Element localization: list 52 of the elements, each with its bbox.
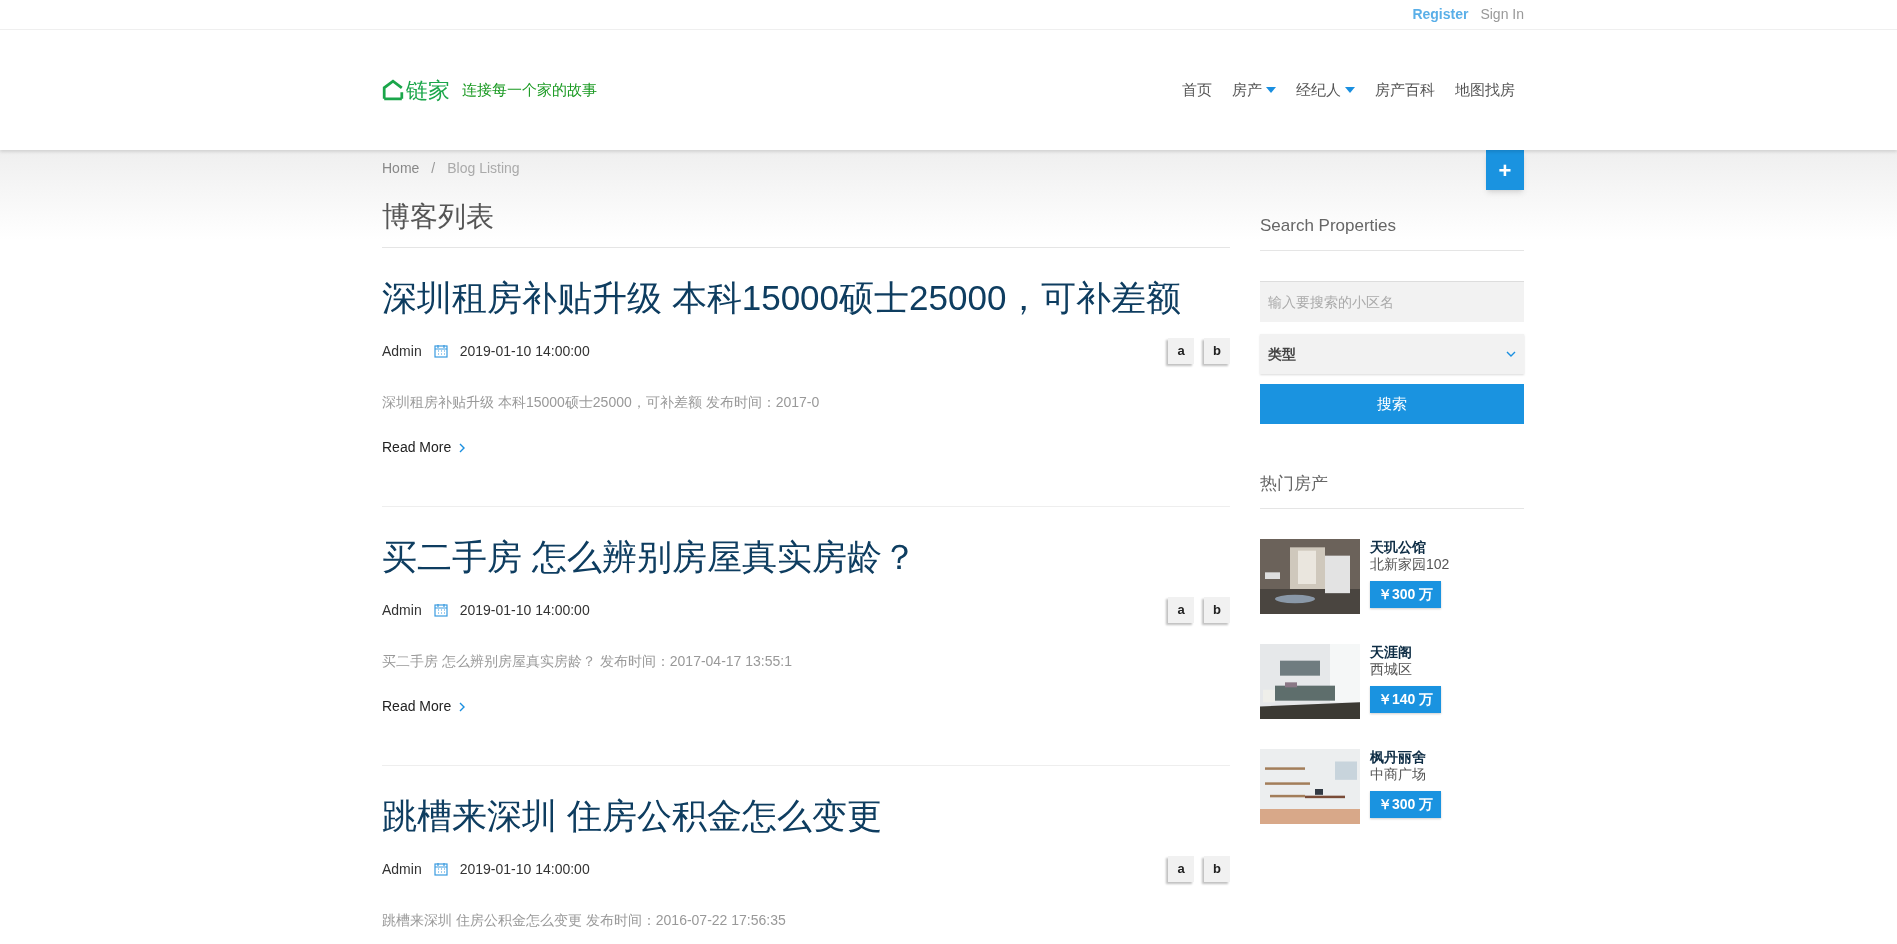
chevron-down-icon	[1506, 351, 1516, 357]
post-action-button[interactable]: b	[1204, 338, 1230, 364]
property-name[interactable]: 枫丹丽舍	[1370, 749, 1442, 766]
chevron-right-icon	[459, 442, 466, 453]
post-title[interactable]: 买二手房 怎么辨别房屋真实房龄？	[382, 533, 917, 581]
sidebar-heading: Search Properties	[1260, 215, 1398, 238]
breadcrumb-current: Blog Listing	[447, 159, 520, 178]
property-location: 北新家园102	[1370, 556, 1450, 573]
nav-link[interactable]: 首页	[1182, 78, 1212, 102]
post-date: 2019-01-10 14:00:00	[459, 341, 590, 361]
logo-text: 链家	[406, 76, 450, 105]
caret-icon	[1345, 87, 1355, 93]
type-select[interactable]: 类型	[1260, 334, 1524, 374]
calendar-icon	[433, 603, 448, 617]
post-excerpt: 深圳租房补贴升级 本科15000硕士25000，可补差额 发布时间：2017-0	[382, 393, 821, 412]
house-logo-icon	[382, 79, 404, 101]
price-tag: ￥300 万	[1370, 581, 1442, 608]
nav-link[interactable]: 经纪人	[1296, 78, 1355, 102]
breadcrumb-separator: /	[431, 159, 436, 178]
post-author: Admin	[382, 859, 422, 879]
sidebar-heading: 热门房产	[1260, 473, 1329, 496]
caret-icon	[1266, 87, 1276, 93]
post-action-button[interactable]: a	[1168, 597, 1194, 623]
post-date: 2019-01-10 14:00:00	[459, 600, 590, 620]
post-title[interactable]: 跳槽来深圳 住房公积金怎么变更	[382, 792, 882, 840]
post-action-button[interactable]: a	[1168, 856, 1194, 882]
post-action-button[interactable]: b	[1204, 597, 1230, 623]
calendar-icon	[433, 862, 448, 876]
property-location: 中商广场	[1370, 766, 1427, 783]
page-title: 博客列表	[382, 200, 495, 234]
post-excerpt: 买二手房 怎么辨别房屋真实房龄？ 发布时间：2017-04-17 13:55:1	[382, 652, 793, 671]
post-date: 2019-01-10 14:00:00	[459, 859, 590, 879]
read-more-link[interactable]: Read More	[382, 437, 466, 458]
read-more-link[interactable]: Read More	[382, 696, 466, 717]
chevron-right-icon	[459, 701, 466, 712]
post-author: Admin	[382, 600, 422, 620]
post-title[interactable]: 深圳租房补贴升级 本科15000硕士25000，可补差额	[382, 274, 1182, 322]
property-name[interactable]: 天玑公馆	[1370, 539, 1450, 556]
property-name[interactable]: 天涯阁	[1370, 644, 1442, 661]
calendar-icon	[433, 344, 448, 358]
nav-link[interactable]: 房产百科	[1375, 78, 1435, 102]
post-action-button[interactable]: a	[1168, 338, 1194, 364]
nav-link[interactable]: 地图找房	[1455, 78, 1515, 102]
slogan: 连接每一个家的故事	[462, 79, 597, 100]
property-location: 西城区	[1370, 661, 1413, 678]
post-excerpt: 跳槽来深圳 住房公积金怎么变更 发布时间：2016-07-22 17:56:35	[382, 911, 787, 930]
nav-link[interactable]: 房产	[1232, 78, 1276, 102]
post-author: Admin	[382, 341, 422, 361]
price-tag: ￥300 万	[1370, 791, 1442, 818]
search-field[interactable]: 输入要搜索的小区名	[1260, 281, 1524, 322]
post-action-button[interactable]: b	[1204, 856, 1230, 882]
price-tag: ￥140 万	[1370, 686, 1442, 713]
